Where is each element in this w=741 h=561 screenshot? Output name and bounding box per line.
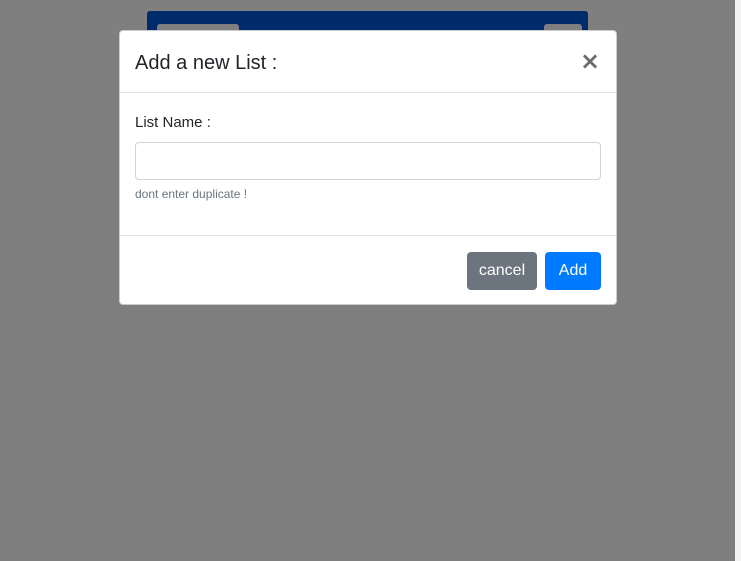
- cancel-button[interactable]: cancel: [467, 252, 537, 290]
- list-name-input[interactable]: [135, 142, 601, 180]
- window-edge: [735, 0, 741, 561]
- add-list-dialog: Add a new List : × List Name : dont ente…: [119, 30, 617, 305]
- add-button[interactable]: Add: [545, 252, 601, 290]
- help-text: dont enter duplicate !: [135, 187, 248, 201]
- list-name-label: List Name :: [135, 114, 211, 131]
- dialog-body: List Name : dont enter duplicate !: [120, 93, 616, 235]
- dialog-header: Add a new List : ×: [120, 31, 616, 93]
- dialog-footer: cancel Add: [120, 235, 616, 304]
- close-icon[interactable]: ×: [580, 48, 600, 74]
- dialog-title: Add a new List :: [135, 52, 278, 74]
